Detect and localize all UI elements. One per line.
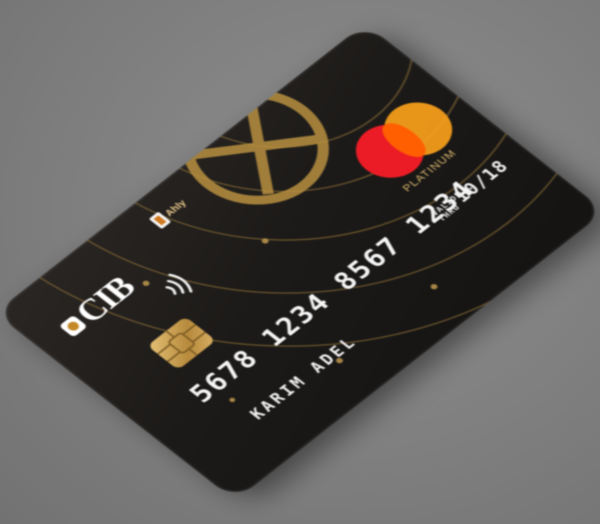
card-decoration [0,23,600,403]
photo-scene: Ahly CIB 5678 1234 8567 1234 KARIM ADEL … [0,0,600,524]
credit-card: Ahly CIB 5678 1234 8567 1234 KARIM ADEL … [0,23,600,501]
